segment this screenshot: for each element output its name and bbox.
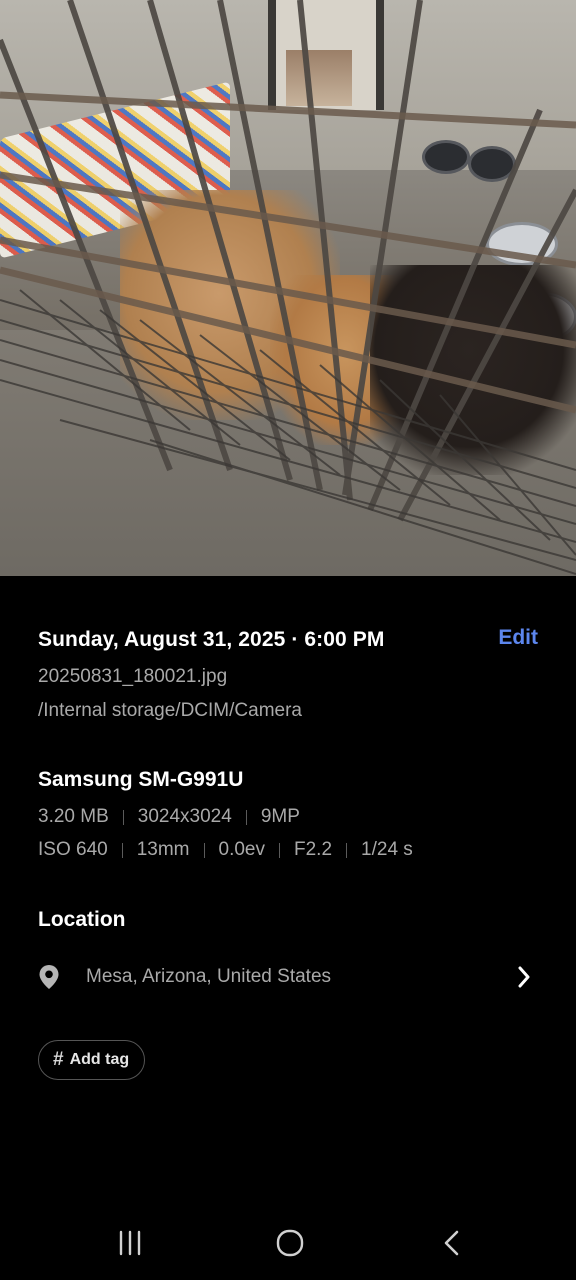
add-tag-label: Add tag <box>69 1051 130 1068</box>
device-name: Samsung SM-G991U <box>38 768 244 791</box>
photo-preview[interactable] <box>0 0 576 576</box>
details-panel: Sunday, August 31, 2025 · 6:00 PM Edit 2… <box>0 576 576 1166</box>
divider <box>122 809 124 825</box>
location-text: Mesa, Arizona, United States <box>86 966 332 987</box>
divider <box>279 842 280 858</box>
location-pin-icon <box>38 961 70 993</box>
aperture: F2.2 <box>294 839 333 860</box>
home-icon[interactable] <box>266 1222 314 1264</box>
add-tag-button[interactable]: # Add tag <box>38 1040 146 1080</box>
divider <box>245 809 247 825</box>
location-row[interactable]: Mesa, Arizona, United States <box>38 958 538 996</box>
file-info-row: 3.20 MB 3024x3024 9MP <box>38 806 300 828</box>
camera-info-row: ISO 640 13mm 0.0ev F2.2 1/24 s <box>38 839 413 861</box>
location-title: Location <box>38 908 126 931</box>
chevron-right-icon[interactable] <box>510 963 538 991</box>
hash-icon: # <box>53 1049 64 1070</box>
focal-length: 13mm <box>136 839 190 860</box>
photo-kennel-bars <box>0 0 576 575</box>
iso: ISO 640 <box>38 839 108 860</box>
divider <box>346 842 348 858</box>
shutter-speed: 1/24 s <box>361 839 413 860</box>
navigation-bar <box>0 1206 576 1280</box>
file-path: /Internal storage/DCIM/Camera <box>38 700 302 721</box>
file-name: 20250831_180021.jpg <box>38 666 228 687</box>
exposure-value: 0.0ev <box>218 839 265 860</box>
divider <box>121 842 123 858</box>
megapixels: 9MP <box>260 806 300 827</box>
date-time: Sunday, August 31, 2025 · 6:00 PM <box>38 628 385 651</box>
title-row: Sunday, August 31, 2025 · 6:00 PM Edit <box>38 626 538 658</box>
divider <box>203 842 205 858</box>
back-icon[interactable] <box>428 1222 476 1264</box>
file-size: 3.20 MB <box>38 806 109 827</box>
edit-button[interactable]: Edit <box>498 626 538 650</box>
recents-icon[interactable] <box>106 1222 154 1264</box>
resolution: 3024x3024 <box>137 806 232 827</box>
